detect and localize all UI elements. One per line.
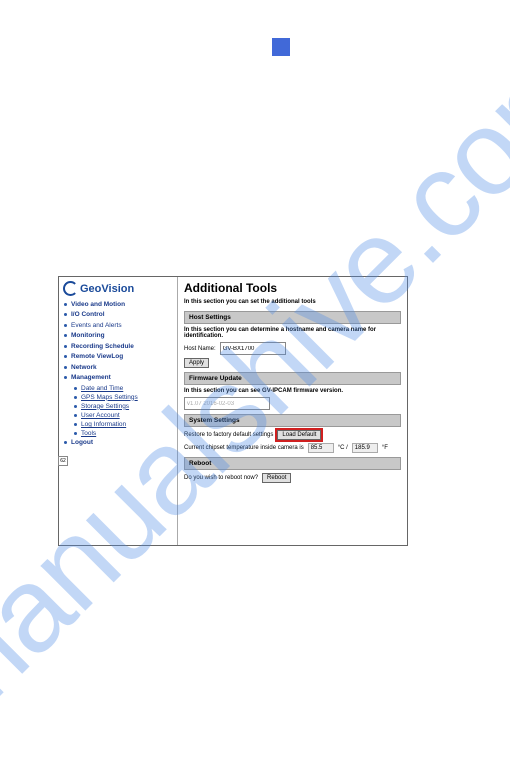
nav-io-control[interactable]: I/O Control <box>63 310 173 320</box>
firmware-desc: In this section you can see GV-IPCAM fir… <box>184 388 401 394</box>
subnav-log-info[interactable]: Log Information <box>63 420 173 429</box>
subnav-date-time[interactable]: Date and Time <box>63 384 173 393</box>
subnav-user-account[interactable]: User Account <box>63 411 173 420</box>
system-settings-header: System Settings <box>184 414 401 427</box>
subnav-gps-maps[interactable]: GPS Maps Settings <box>63 393 173 402</box>
reboot-label: Do you wish to reboot now? <box>184 475 258 481</box>
page-number-box <box>272 38 290 56</box>
nav-monitoring[interactable]: Monitoring <box>63 331 173 341</box>
nav-logout[interactable]: Logout <box>63 438 173 448</box>
temp-f-unit: °F <box>382 445 388 451</box>
nav-management[interactable]: Management <box>63 373 173 383</box>
firmware-version-input <box>184 397 270 410</box>
host-name-label: Host Name: <box>184 346 216 352</box>
host-settings-header: Host Settings <box>184 311 401 324</box>
load-default-button[interactable]: Load Default <box>277 430 321 440</box>
temperature-row: Current chipset temperature inside camer… <box>184 443 401 453</box>
temp-c-value: 85.5 <box>308 443 334 453</box>
temp-c-unit: °C / <box>338 445 348 451</box>
nav-remote-viewlog[interactable]: Remote ViewLog <box>63 352 173 362</box>
restore-row: Restore to factory default settings Load… <box>184 430 401 440</box>
reboot-button[interactable]: Reboot <box>262 473 291 483</box>
logo: GeoVision <box>63 281 173 296</box>
subnav-storage[interactable]: Storage Settings <box>63 402 173 411</box>
apply-button[interactable]: Apply <box>184 358 209 368</box>
host-name-row: Host Name: <box>184 342 401 355</box>
firmware-header: Firmware Update <box>184 372 401 385</box>
host-settings-desc: In this section you can determine a host… <box>184 327 401 339</box>
intro-text: In this section you can set the addition… <box>184 299 401 305</box>
subnav-tools[interactable]: Tools <box>63 429 173 438</box>
sidebar: GeoVision Video and Motion I/O Control E… <box>59 277 178 545</box>
nav-network[interactable]: Network <box>63 363 173 373</box>
config-screenshot: GeoVision Video and Motion I/O Control E… <box>58 276 408 546</box>
nav-events-alerts[interactable]: Events and Alerts <box>63 321 173 331</box>
reboot-header: Reboot <box>184 457 401 470</box>
host-name-input[interactable] <box>220 342 286 355</box>
main-panel: Additional Tools In this section you can… <box>178 277 407 545</box>
temp-label: Current chipset temperature inside camer… <box>184 445 304 451</box>
temp-f-value: 185.9 <box>352 443 378 453</box>
nav-video-motion[interactable]: Video and Motion <box>63 300 173 310</box>
nav-recording-schedule[interactable]: Recording Schedule <box>63 342 173 352</box>
page-title: Additional Tools <box>184 281 401 295</box>
restore-label: Restore to factory default settings <box>184 432 273 438</box>
logo-text: GeoVision <box>80 283 134 295</box>
corner-marker: 62 <box>58 456 68 466</box>
logo-icon <box>63 281 78 296</box>
reboot-row: Do you wish to reboot now? Reboot <box>184 473 401 483</box>
